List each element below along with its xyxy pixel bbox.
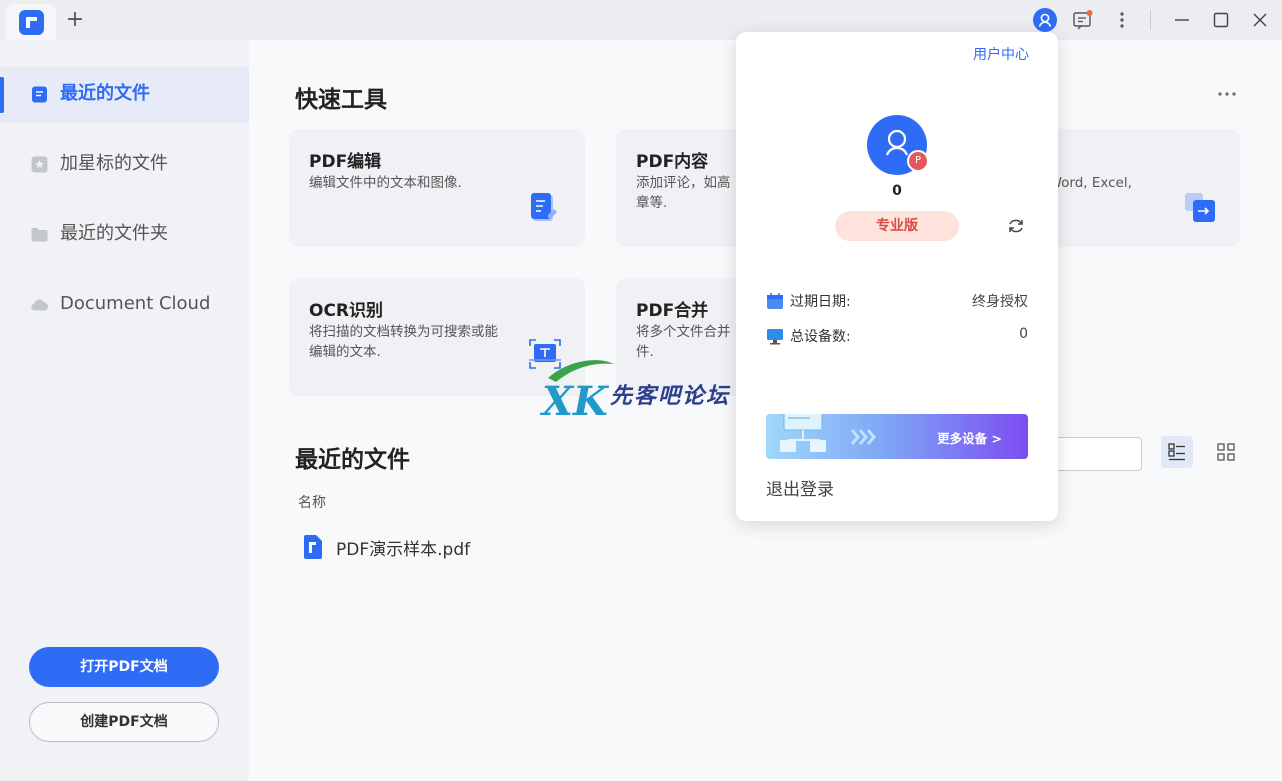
tool-card-description: 将扫描的文档转换为可搜索或能编辑的文本. (309, 324, 498, 360)
pro-badge: P (907, 150, 929, 172)
maximize-icon[interactable] (1210, 9, 1232, 31)
sidebar-item-label: 最近的文件 (60, 83, 150, 104)
monitor-icon (766, 327, 784, 345)
convert-icon (1182, 189, 1218, 225)
app-logo[interactable] (19, 10, 44, 35)
tool-card-description: 编辑文件中的文本和图像. (309, 175, 462, 191)
title-bar: + (0, 0, 1282, 40)
recent-files-title: 最近的文件 (295, 447, 410, 473)
tool-card-title: PDF合并 (636, 301, 709, 321)
message-icon[interactable] (1072, 9, 1094, 31)
file-row[interactable]: PDF演示样本.pdf (300, 532, 700, 562)
devices-label: 总设备数: (790, 329, 851, 345)
user-icon[interactable] (1033, 8, 1057, 32)
watermark-logo-text: XK (539, 378, 610, 420)
expire-date-row: 过期日期: 终身授权 (766, 289, 1028, 313)
document-icon (30, 85, 49, 104)
more-vertical-icon[interactable] (1112, 9, 1132, 31)
user-popup: 用户中心 P 0 专业版 过期日期: 终身授权 总设备数: 0 更多设备 > 退… (736, 32, 1058, 521)
calendar-icon (766, 292, 784, 310)
sidebar-item-label: 最近的文件夹 (60, 223, 168, 244)
sidebar-item-label: Document Cloud (60, 293, 211, 314)
column-header-name[interactable]: 名称 (298, 492, 326, 512)
create-pdf-button[interactable]: 创建PDF文档 (29, 702, 219, 742)
more-devices-banner[interactable]: 更多设备 > (766, 414, 1028, 459)
quick-tools-title: 快速工具 (295, 87, 387, 113)
username: 0 (892, 183, 902, 199)
pdf-file-icon (302, 534, 324, 560)
tool-card-title: PDF内容 (636, 152, 709, 172)
logout-button[interactable]: 退出登录 (766, 475, 834, 500)
list-view-icon[interactable] (1161, 436, 1193, 468)
titlebar-divider (1150, 10, 1151, 30)
tool-card-pdf-content[interactable]: PDF内容 添加评论，如高 章等. (616, 129, 756, 247)
grid-view-icon[interactable] (1210, 436, 1242, 468)
edition-badge: 专业版 (835, 211, 959, 241)
file-name: PDF演示样本.pdf (336, 540, 471, 560)
sidebar-item-starred-files[interactable]: 加星标的文件 (0, 137, 249, 193)
tool-card-convert[interactable]: gWord, Excel, (1040, 129, 1240, 247)
watermark-logo: XK (539, 360, 614, 425)
close-icon[interactable] (1249, 9, 1271, 31)
sidebar-item-label: 加星标的文件 (60, 153, 168, 174)
watermark: XK 先客吧论坛 (538, 358, 748, 425)
more-devices-label: 更多设备 > (937, 431, 1002, 446)
tool-card-title: PDF编辑 (309, 152, 382, 172)
edit-doc-icon (527, 189, 563, 225)
star-icon (30, 155, 49, 174)
cloud-icon (30, 295, 49, 314)
sidebar-item-recent-folders[interactable]: 最近的文件夹 (0, 207, 249, 263)
new-tab-button[interactable]: + (64, 8, 86, 32)
device-count-row: 总设备数: 0 (766, 324, 1028, 348)
user-center-link[interactable]: 用户中心 (973, 44, 1029, 64)
open-pdf-button[interactable]: 打开PDF文档 (29, 647, 219, 687)
devices-value: 0 (1019, 326, 1028, 342)
more-horizontal-icon[interactable] (1216, 86, 1238, 100)
expire-label: 过期日期: (790, 294, 851, 310)
expire-value: 终身授权 (972, 294, 1028, 310)
watermark-text: 先客吧论坛 (610, 383, 731, 409)
sidebar-item-recent-files[interactable]: 最近的文件 (0, 67, 249, 123)
tool-card-pdf-edit[interactable]: PDF编辑 编辑文件中的文本和图像. (289, 129, 585, 247)
devices-illustration-icon (780, 414, 876, 452)
sidebar-item-document-cloud[interactable]: Document Cloud (0, 277, 249, 333)
tool-card-title: OCR识别 (309, 301, 384, 321)
refresh-icon[interactable] (1005, 216, 1027, 236)
folder-icon (30, 225, 49, 244)
minimize-icon[interactable] (1171, 9, 1193, 31)
